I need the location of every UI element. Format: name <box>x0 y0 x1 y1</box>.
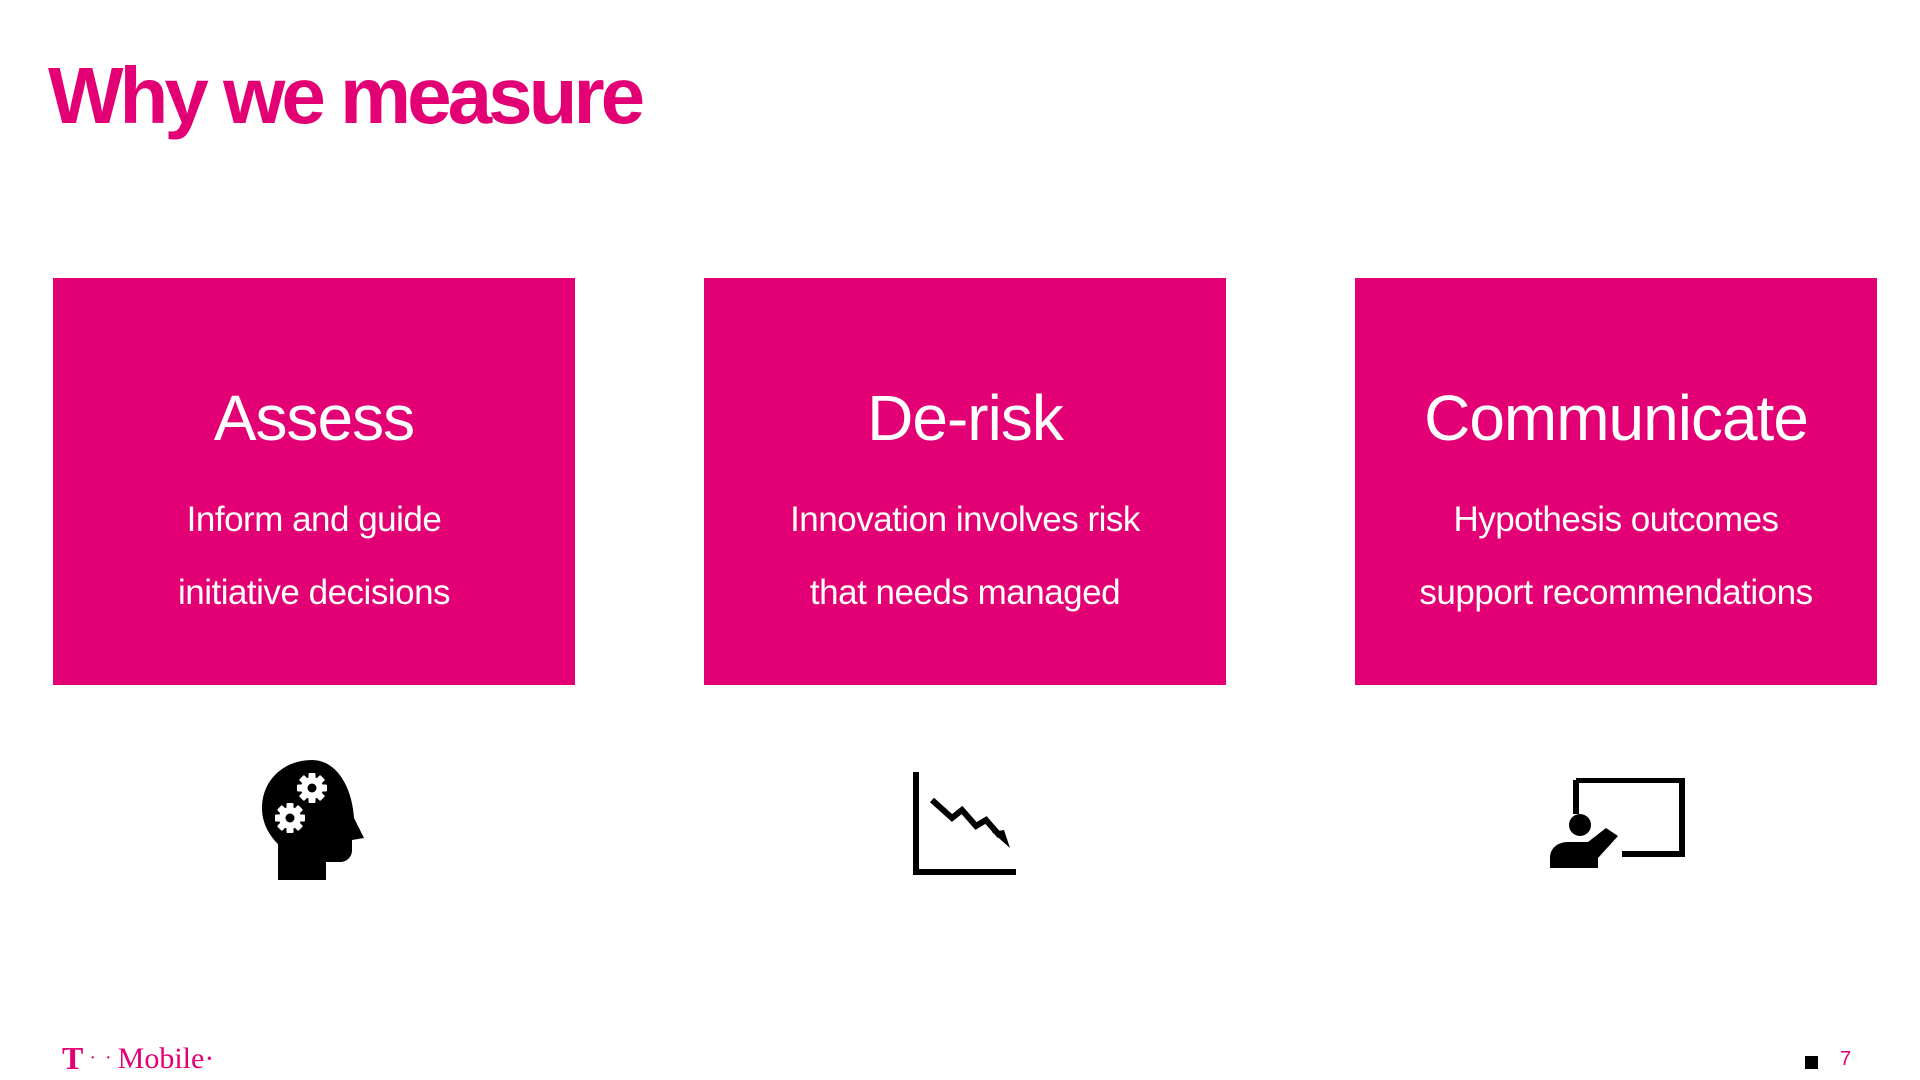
card-heading: Communicate <box>1424 382 1809 454</box>
card-heading: De-risk <box>867 382 1064 454</box>
page-number: 7 <box>1840 1048 1852 1070</box>
card-heading: Assess <box>213 382 415 454</box>
card-text-line: Innovation involves risk <box>790 500 1140 539</box>
head-gears-icon <box>262 760 364 880</box>
declining-chart-icon <box>913 772 1016 875</box>
t-mobile-logo: T · · Mobile· <box>62 1040 214 1077</box>
card-text-line: Hypothesis outcomes <box>1453 500 1779 539</box>
presenter-board-icon <box>1550 778 1685 868</box>
page-title: Why we measure <box>48 51 645 140</box>
logo-t-mark: T <box>62 1040 84 1076</box>
slide: Why we measure Assess Inform and guide i… <box>0 0 1920 1080</box>
card-de-risk: De-risk Innovation involves risk that ne… <box>704 278 1226 685</box>
page-marker-square <box>1805 1056 1818 1069</box>
logo-dots: · · <box>89 1047 114 1069</box>
card-text-line: initiative decisions <box>177 573 451 612</box>
card-text-line: that needs managed <box>809 573 1121 612</box>
logo-wordmark: Mobile· <box>117 1041 215 1075</box>
card-text-line: support recommendations <box>1419 573 1813 612</box>
card-assess: Assess Inform and guide initiative decis… <box>53 278 575 685</box>
card-text-line: Inform and guide <box>186 500 442 539</box>
card-communicate: Communicate Hypothesis outcomes support … <box>1355 278 1877 685</box>
